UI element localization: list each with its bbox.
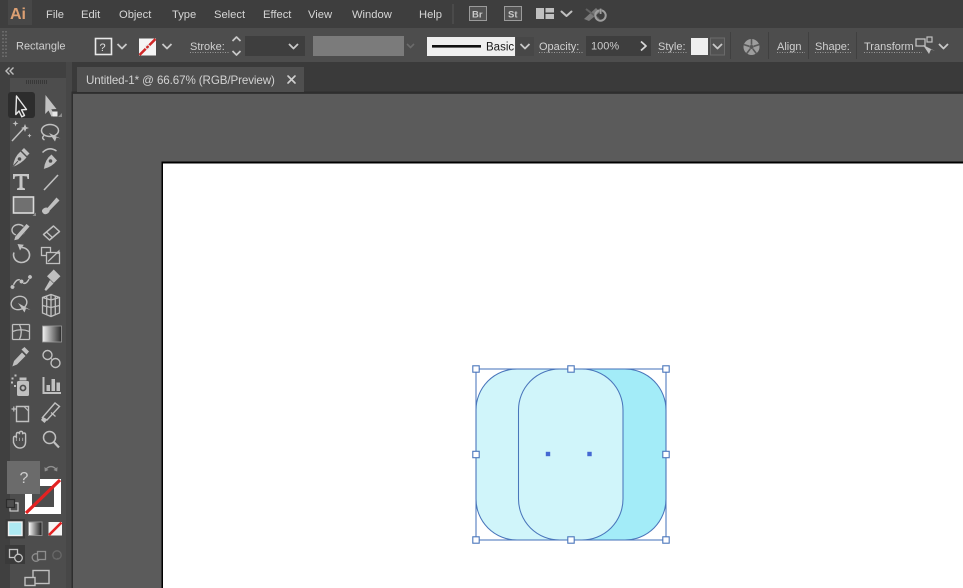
svg-text:Window: Window: [352, 9, 393, 21]
svg-text:Object: Object: [119, 9, 152, 21]
svg-text:?: ?: [20, 470, 29, 487]
svg-text:?: ?: [100, 42, 106, 54]
svg-text:Stroke:: Stroke:: [190, 41, 225, 53]
svg-text:Type: Type: [172, 9, 196, 21]
svg-text:100%: 100%: [591, 41, 619, 53]
svg-text:View: View: [308, 9, 333, 21]
svg-text:Untitled-1* @ 66.67% (RGB/Prev: Untitled-1* @ 66.67% (RGB/Preview): [86, 74, 275, 87]
svg-text:Effect: Effect: [263, 9, 292, 21]
svg-text:Shape:: Shape:: [815, 41, 850, 53]
svg-text:Rectangle: Rectangle: [16, 41, 66, 53]
svg-text:Basic: Basic: [486, 42, 514, 54]
svg-text:St: St: [508, 10, 518, 21]
svg-text:Br: Br: [472, 10, 483, 21]
svg-text:Help: Help: [419, 9, 442, 21]
svg-text:Transform: Transform: [864, 41, 914, 53]
svg-text:Opacity:: Opacity:: [539, 41, 579, 53]
svg-text:Edit: Edit: [81, 9, 101, 21]
svg-text:Select: Select: [214, 9, 246, 21]
svg-text:Ai: Ai: [10, 6, 26, 23]
svg-text:File: File: [46, 9, 64, 21]
svg-text:Align: Align: [777, 41, 801, 53]
svg-text:Style:: Style:: [658, 41, 686, 53]
